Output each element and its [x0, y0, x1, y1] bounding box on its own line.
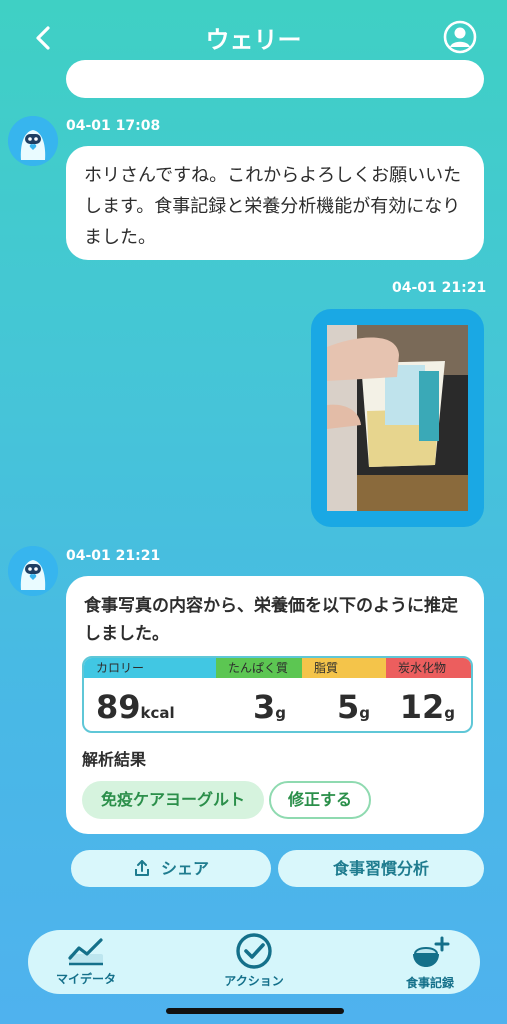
- meal-photo[interactable]: [327, 325, 468, 511]
- profile-icon[interactable]: [443, 20, 477, 54]
- check-circle-icon: [236, 933, 272, 969]
- message-timestamp: 04-01 21:21: [392, 280, 487, 296]
- robot-mascot-icon: [8, 546, 58, 596]
- message-bubble-previous: [66, 60, 484, 98]
- tab-meal-record[interactable]: 食事記録: [380, 930, 480, 994]
- calorie-value-cell: 89kcal: [84, 678, 216, 729]
- fat-header: 脂質: [302, 658, 386, 678]
- photo-message[interactable]: [311, 309, 484, 527]
- home-indicator: [166, 1008, 344, 1014]
- tab-label: アクション: [224, 974, 284, 988]
- chart-icon: [68, 938, 103, 966]
- message-text: 食事写真の内容から、栄養価を以下のように推定しました。: [84, 596, 458, 644]
- nutrition-table: カロリー たんぱく質 脂質 炭水化物 89kcal 3g 5g 12g: [82, 656, 473, 733]
- calorie-header: カロリー: [84, 658, 216, 678]
- page-title: ウェリー: [205, 26, 302, 54]
- fat-unit: g: [359, 704, 370, 722]
- carbs-header: 炭水化物: [386, 658, 471, 678]
- analysis-result-label: 解析結果: [82, 750, 147, 769]
- share-button[interactable]: シェア: [71, 850, 271, 887]
- protein-header: たんぱく質: [216, 658, 302, 678]
- carbs-unit: g: [444, 704, 455, 722]
- tab-label: 食事記録: [405, 976, 454, 990]
- bottom-tab-bar: マイデータ アクション 食事記録: [28, 930, 480, 994]
- fat-value-cell: 5g: [302, 678, 386, 729]
- message-text: ホリさんですね。これからよろしくお願いいたします。食事記録と栄養分析機能が有効に…: [84, 165, 462, 248]
- carbs-value: 12: [399, 688, 445, 726]
- food-name-chip[interactable]: 免疫ケアヨーグルト: [82, 781, 264, 819]
- tab-my-data[interactable]: マイデータ: [36, 930, 136, 994]
- nutrition-header-row: カロリー たんぱく質 脂質 炭水化物: [84, 658, 471, 678]
- protein-value-cell: 3g: [216, 678, 302, 729]
- calorie-value: 89: [96, 688, 141, 726]
- meal-add-icon: [413, 936, 450, 967]
- fat-value: 5: [336, 688, 360, 726]
- tab-label: マイデータ: [55, 972, 116, 986]
- bot-avatar: [8, 546, 58, 596]
- robot-mascot-icon: [8, 116, 58, 166]
- edit-button[interactable]: 修正する: [269, 781, 371, 819]
- share-icon: [134, 860, 149, 876]
- protein-value: 3: [252, 688, 276, 726]
- tab-action[interactable]: アクション: [204, 930, 304, 994]
- message-timestamp: 04-01 21:21: [66, 548, 161, 564]
- message-timestamp: 04-01 17:08: [66, 118, 161, 134]
- nutrition-result-bubble: 食事写真の内容から、栄養価を以下のように推定しました。 カロリー たんぱく質 脂…: [66, 576, 484, 834]
- meal-habit-analysis-button[interactable]: 食事習慣分析: [278, 850, 484, 887]
- nutrition-value-row: 89kcal 3g 5g 12g: [84, 678, 471, 729]
- protein-unit: g: [275, 704, 286, 722]
- bot-avatar: [8, 116, 58, 166]
- share-label: シェア: [160, 859, 209, 878]
- message-bubble: ホリさんですね。これからよろしくお願いいたします。食事記録と栄養分析機能が有効に…: [66, 146, 484, 260]
- carbs-value-cell: 12g: [386, 678, 471, 729]
- calorie-unit: kcal: [140, 704, 175, 722]
